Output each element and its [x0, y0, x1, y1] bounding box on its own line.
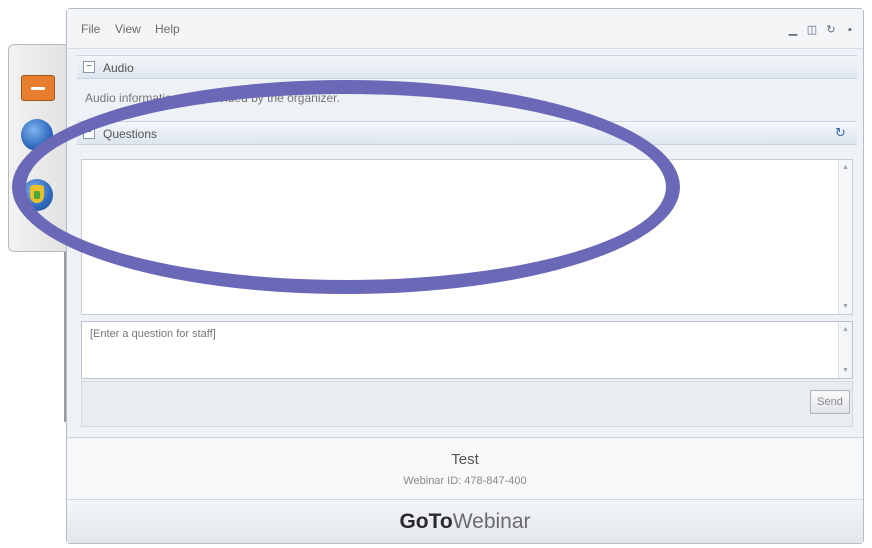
- refresh-icon[interactable]: ↻: [835, 126, 849, 140]
- audio-status-icon[interactable]: [21, 119, 53, 151]
- brand-bar: GoToWebinar: [67, 499, 863, 543]
- questions-scrollbar[interactable]: ▲ ▼: [838, 160, 852, 314]
- close-icon[interactable]: ▪: [843, 23, 857, 37]
- brand-goto: GoTo: [399, 510, 453, 533]
- webinar-info: Test Webinar ID: 478-847-400: [67, 439, 863, 499]
- menu-help[interactable]: Help: [155, 22, 180, 36]
- audio-header-label: Audio: [103, 61, 134, 75]
- collapse-audio-icon[interactable]: −: [83, 61, 95, 73]
- control-panel-window: File View Help ▁ ◫ ↻ ▪ − Audio Audio inf…: [66, 8, 864, 544]
- restore-icon[interactable]: ◫: [805, 23, 819, 37]
- send-button[interactable]: Send: [810, 390, 850, 414]
- webinar-title: Test: [451, 451, 479, 468]
- menu-file[interactable]: File: [81, 22, 100, 36]
- question-placeholder: [Enter a question for staff]: [90, 328, 216, 340]
- scroll-down-icon[interactable]: ▼: [841, 366, 850, 375]
- brand-webinar: Webinar: [452, 510, 531, 533]
- minimize-icon[interactable]: ▁: [786, 23, 800, 37]
- scroll-up-icon[interactable]: ▲: [841, 163, 850, 172]
- divider: [67, 437, 863, 438]
- questions-header-label: Questions: [103, 127, 158, 141]
- question-input[interactable]: [Enter a question for staff] ▲ ▼: [81, 321, 853, 379]
- collapse-questions-icon[interactable]: −: [83, 127, 95, 139]
- grab-tab: [8, 44, 66, 252]
- webinar-id: Webinar ID: 478-847-400: [403, 475, 527, 487]
- audio-message: Audio information not provided by the or…: [85, 91, 340, 105]
- hide-panel-button[interactable]: [21, 75, 55, 101]
- questions-section-header[interactable]: − Questions ↻: [77, 121, 857, 145]
- shield-emblem: [30, 185, 44, 203]
- shield-icon[interactable]: [21, 179, 53, 211]
- scroll-down-icon[interactable]: ▼: [841, 302, 850, 311]
- questions-log[interactable]: ▲ ▼: [81, 159, 853, 315]
- menu-view[interactable]: View: [115, 22, 141, 36]
- scroll-up-icon[interactable]: ▲: [841, 325, 850, 334]
- minus-icon: [31, 87, 45, 90]
- gotowebinar-logo: GoToWebinar: [67, 510, 863, 534]
- send-row: Send: [81, 381, 853, 427]
- settings-icon[interactable]: ↻: [824, 23, 838, 37]
- menu-bar: File View Help ▁ ◫ ↻ ▪: [67, 9, 863, 49]
- input-scrollbar[interactable]: ▲ ▼: [838, 322, 852, 378]
- audio-section-header[interactable]: − Audio: [77, 55, 857, 79]
- window-controls: ▁ ◫ ↻ ▪: [786, 23, 857, 37]
